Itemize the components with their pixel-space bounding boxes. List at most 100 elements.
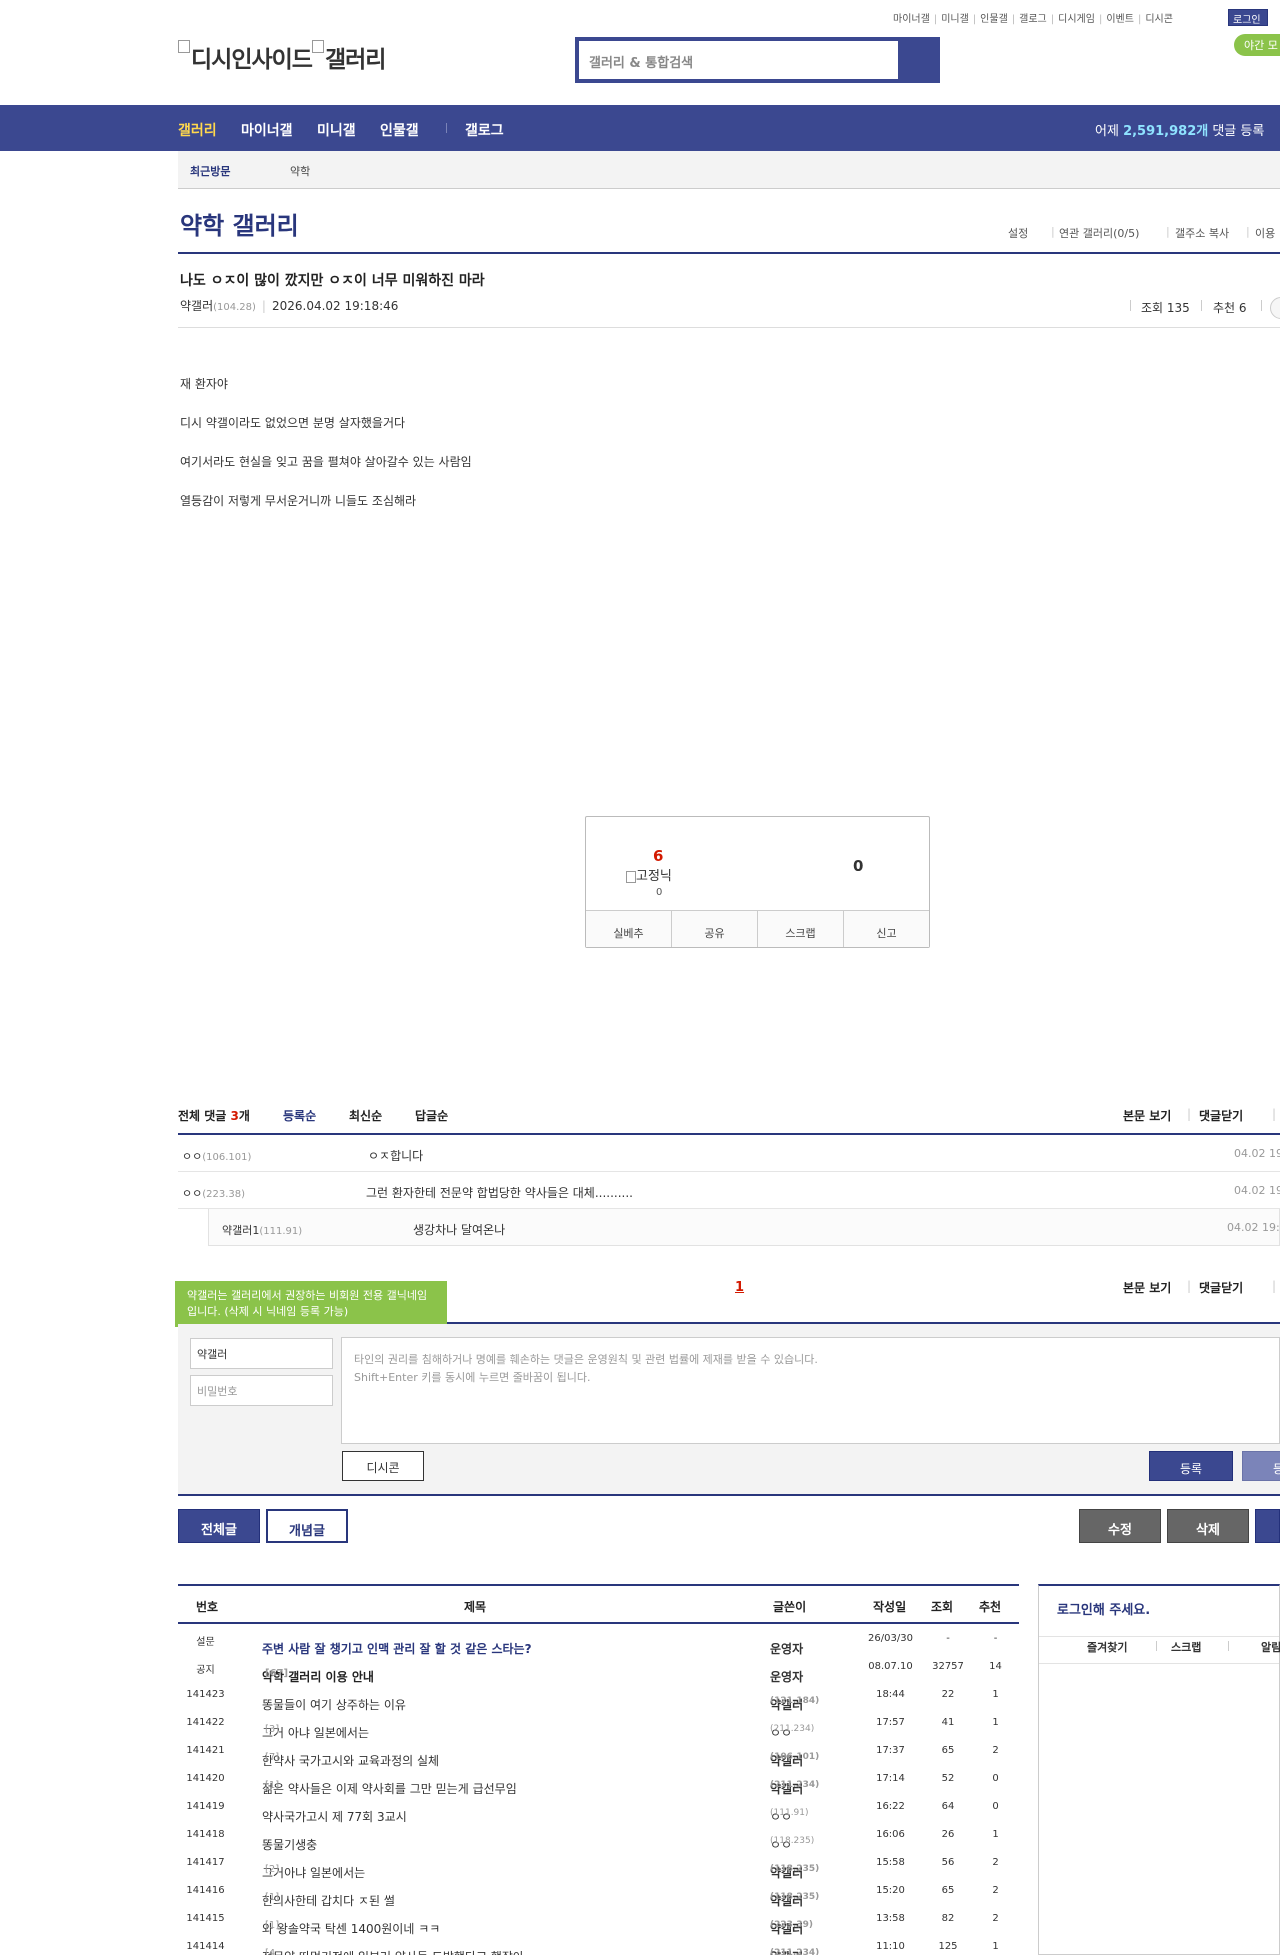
post-views: 52: [941, 1773, 955, 1784]
password-input[interactable]: 비밀번호: [190, 1375, 333, 1406]
post-number: 141419: [186, 1801, 225, 1812]
post-number: 141422: [186, 1717, 225, 1728]
top-link-gallog[interactable]: 갤로그: [1019, 10, 1047, 25]
concept-posts-button[interactable]: 개념글: [266, 1509, 348, 1543]
post-views: 조회 135: [1141, 301, 1190, 315]
col-title: 제목: [464, 1600, 487, 1614]
post-writer-ip: (104.28): [213, 302, 256, 313]
write-button[interactable]: [1255, 1509, 1280, 1543]
comment-nick[interactable]: ㅇㅇ(223.38): [182, 1185, 245, 1201]
post-views: 125: [938, 1941, 958, 1952]
recommend-actions: 실베추 공유 스크랩 신고: [586, 910, 929, 947]
post-recommends: 1: [992, 1717, 999, 1728]
nav-item-gallog[interactable]: 갤로그: [465, 120, 504, 140]
login-button[interactable]: 로그인: [1228, 9, 1268, 26]
scrap-button[interactable]: 스크랩: [758, 911, 844, 947]
post-date: 08.07.10: [868, 1661, 913, 1672]
reply-count: [3]: [265, 1724, 280, 1735]
comment-write-box: 약갤러 비밀번호 타인의 권리를 침해하거나 명예를 훼손하는 댓글은 운영원칙…: [178, 1324, 1280, 1494]
copy-gallery-address-link[interactable]: 갤주소 복사: [1175, 225, 1229, 241]
edit-button[interactable]: 수정: [1079, 1509, 1161, 1543]
reply-count: [1]: [265, 1780, 280, 1791]
recent-visit-item[interactable]: 약학: [290, 163, 310, 179]
usage-link[interactable]: 이용: [1255, 225, 1275, 241]
fixed-nick-recommend: 고정닉: [626, 865, 672, 884]
nav-divider: [446, 123, 447, 133]
nav-item-gallery[interactable]: 갤러리: [178, 120, 217, 140]
comment-count: 3: [230, 1109, 239, 1123]
top-link-minor-gallery[interactable]: 마이너갤: [893, 10, 930, 25]
site-logo[interactable]: 디시인사이드 갤러리: [178, 40, 386, 74]
comment-textarea[interactable]: 타인의 권리를 침해하거나 명예를 훼손하는 댓글은 운영원칙 및 관련 법률에…: [341, 1337, 1280, 1444]
post-views: 82: [941, 1913, 955, 1924]
top-link-event[interactable]: 이벤트: [1106, 10, 1134, 25]
post-date: 26/03/30: [868, 1633, 913, 1644]
reply-nick[interactable]: 약갤러1(111.91): [222, 1222, 302, 1238]
recent-visit-label[interactable]: 최근방문: [190, 163, 230, 179]
top-link-mini-gallery[interactable]: 미니갤: [941, 10, 969, 25]
sort-by-replies[interactable]: 답글순: [415, 1107, 448, 1124]
post-date: 17:14: [876, 1773, 905, 1784]
reply-text: 생강차나 달여온나: [413, 1223, 506, 1237]
view-body-link[interactable]: 본문 보기: [1123, 1279, 1171, 1296]
more-options-button[interactable]: [1270, 297, 1280, 319]
upvote-count[interactable]: 6: [653, 847, 663, 865]
dccon-button[interactable]: 디시콘: [342, 1451, 424, 1481]
related-gallery-link[interactable]: 연관 갤러리(0/5): [1059, 225, 1139, 241]
favorites-link[interactable]: 즐겨찾기: [1087, 1639, 1127, 1655]
post-date: 18:44: [876, 1689, 905, 1700]
link-divider: |: [1187, 1107, 1192, 1121]
comment-date: 04.02 19: [1234, 1184, 1280, 1197]
sort-by-latest[interactable]: 최신순: [349, 1107, 382, 1124]
notification-link[interactable]: 알림: [1261, 1639, 1280, 1655]
reply-count: [67]: [265, 1668, 289, 1679]
best-recommend-button[interactable]: 실베추: [586, 911, 672, 947]
delete-button[interactable]: 삭제: [1167, 1509, 1249, 1543]
close-comments-link[interactable]: 댓글닫기: [1199, 1279, 1243, 1296]
scrap-link[interactable]: 스크랩: [1171, 1639, 1201, 1655]
submit-comment-secondary-button[interactable]: 등록: [1242, 1451, 1280, 1481]
comment-page-1[interactable]: 1: [735, 1280, 744, 1295]
post-date: 17:57: [876, 1717, 905, 1728]
nav-item-minor-gallery[interactable]: 마이너갤: [241, 120, 293, 140]
nav-item-mini-gallery[interactable]: 미니갤: [317, 120, 356, 140]
comment-reply-row: 약갤러1(111.91) 생강차나 달여온나 04.02 19:3: [208, 1209, 1280, 1246]
top-link-dc-game[interactable]: 디시게임: [1058, 10, 1095, 25]
top-link-person-gallery[interactable]: 인물갤: [980, 10, 1008, 25]
post-number: 141420: [186, 1773, 225, 1784]
textarea-placeholder-line: Shift+Enter 키를 동시에 누르면 줄바꿈이 됩니다.: [354, 1371, 591, 1384]
view-body-link[interactable]: 본문 보기: [1123, 1107, 1171, 1124]
post-writer[interactable]: 약갤러: [180, 299, 213, 313]
search-input[interactable]: 갤러리 & 통합검색: [579, 41, 898, 79]
comment-count-header: 전체 댓글 3개: [178, 1107, 250, 1124]
write-bottom-line: [178, 1494, 1280, 1496]
count-divider: [1201, 300, 1202, 311]
night-mode-toggle[interactable]: 야간 모: [1234, 34, 1280, 56]
comment-nick[interactable]: ㅇㅇ(106.101): [182, 1148, 251, 1164]
gallery-title[interactable]: 약학 갤러리: [180, 206, 299, 241]
post-recommends: 2: [992, 1745, 999, 1756]
sort-by-registration[interactable]: 등록순: [283, 1107, 316, 1124]
post-views: 26: [941, 1829, 955, 1840]
post-recommends: 1: [992, 1689, 999, 1700]
submit-comment-button[interactable]: 등록: [1149, 1451, 1233, 1481]
post-views: 65: [941, 1885, 955, 1896]
post-date: 13:58: [876, 1913, 905, 1924]
close-comments-link[interactable]: 댓글닫기: [1199, 1107, 1243, 1124]
all-posts-button[interactable]: 전체글: [178, 1509, 260, 1543]
post-number: 141414: [186, 1941, 225, 1952]
list-row: 141417 그거아냐 일본에서는 [2] 약갤러 (118.235) 15:58 56 2: [178, 1850, 1019, 1880]
search-button[interactable]: [898, 41, 936, 79]
gallery-settings-link[interactable]: 설정: [1008, 225, 1028, 241]
nickname-input[interactable]: 약갤러: [190, 1338, 333, 1369]
post-date: 17:37: [876, 1745, 905, 1756]
share-button[interactable]: 공유: [672, 911, 758, 947]
fixed-nick-count: 0: [656, 887, 663, 898]
login-prompt[interactable]: 로그인해 주세요.: [1057, 1599, 1150, 1618]
report-button[interactable]: 신고: [844, 911, 929, 947]
post-date: 16:06: [876, 1829, 905, 1840]
top-link-dccon[interactable]: 디시콘: [1145, 10, 1173, 25]
nav-item-person-gallery[interactable]: 인물갤: [380, 120, 419, 140]
downvote-count[interactable]: 0: [853, 857, 863, 875]
gallery-logo-alt: 갤러리: [324, 47, 386, 73]
